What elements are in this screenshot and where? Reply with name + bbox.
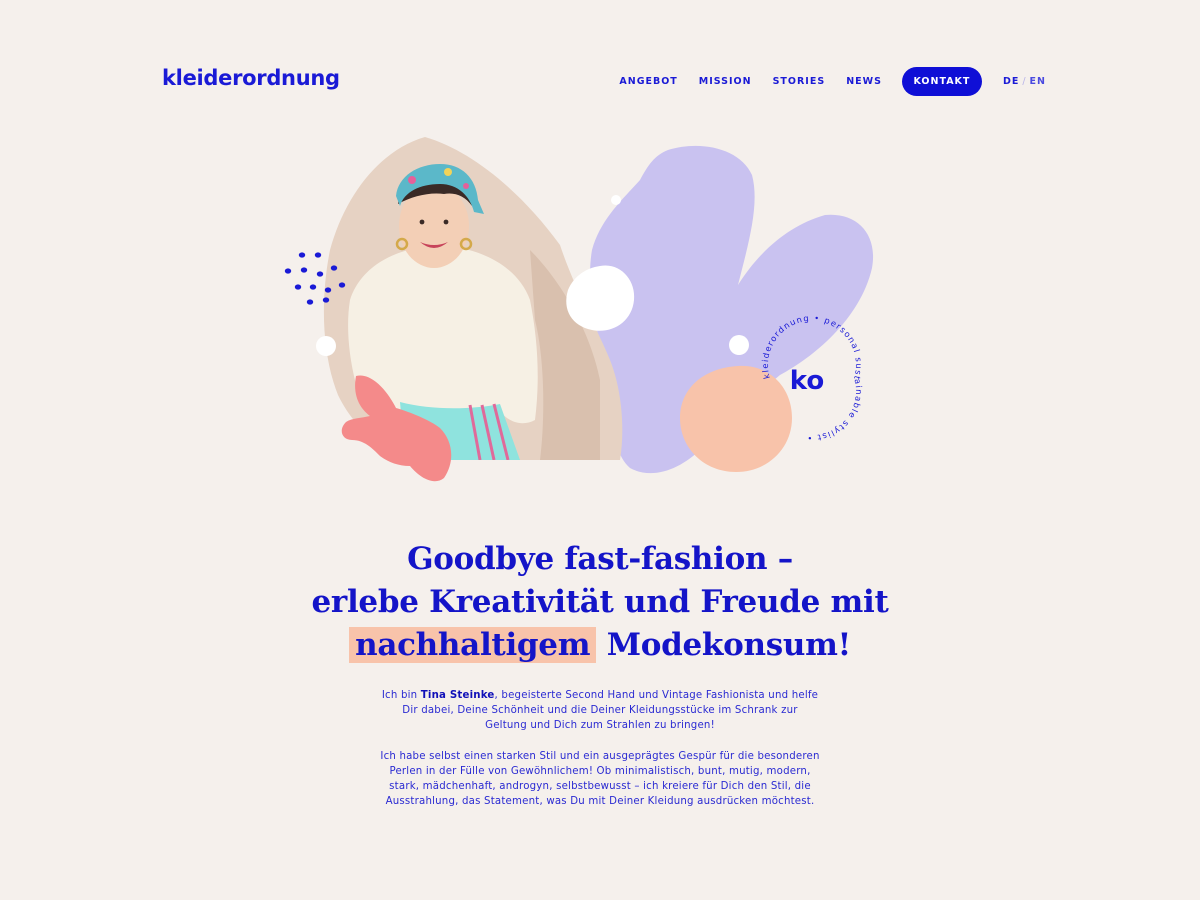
person-eye-right — [443, 219, 449, 225]
peach-blob — [680, 365, 792, 472]
white-dot-right — [729, 335, 749, 355]
intro-paragraph-2: Ich habe selbst einen starken Stil und e… — [380, 750, 820, 808]
headline-highlight: nachhaltigem — [349, 627, 597, 663]
intro-paragraph-1: Ich bin Tina Steinke, begeisterte Second… — [381, 690, 819, 732]
headscarf-dot-1 — [408, 176, 416, 184]
badge-monogram: ko — [790, 366, 824, 396]
white-blob — [566, 265, 635, 331]
person-eye-left — [419, 219, 425, 225]
hero-illustration: kleiderordnung • personal sustainable st… — [284, 137, 874, 482]
headline-line-1: Goodbye fast-fashion – — [407, 541, 793, 577]
intro-text: Ich bin Tina Steinke, begeisterte Second… — [380, 688, 820, 809]
headline: Goodbye fast-fashion – erlebe Kreativitä… — [0, 538, 1200, 667]
headline-line-3: Modekonsum! — [596, 627, 852, 663]
headscarf-dot-3 — [463, 183, 469, 189]
intro-name: Tina Steinke — [420, 690, 495, 701]
headline-line-2: erlebe Kreativität und Freude mit — [311, 584, 889, 620]
white-dot-left — [316, 336, 336, 356]
headscarf-dot-2 — [444, 168, 452, 176]
white-dot-small — [611, 195, 621, 205]
